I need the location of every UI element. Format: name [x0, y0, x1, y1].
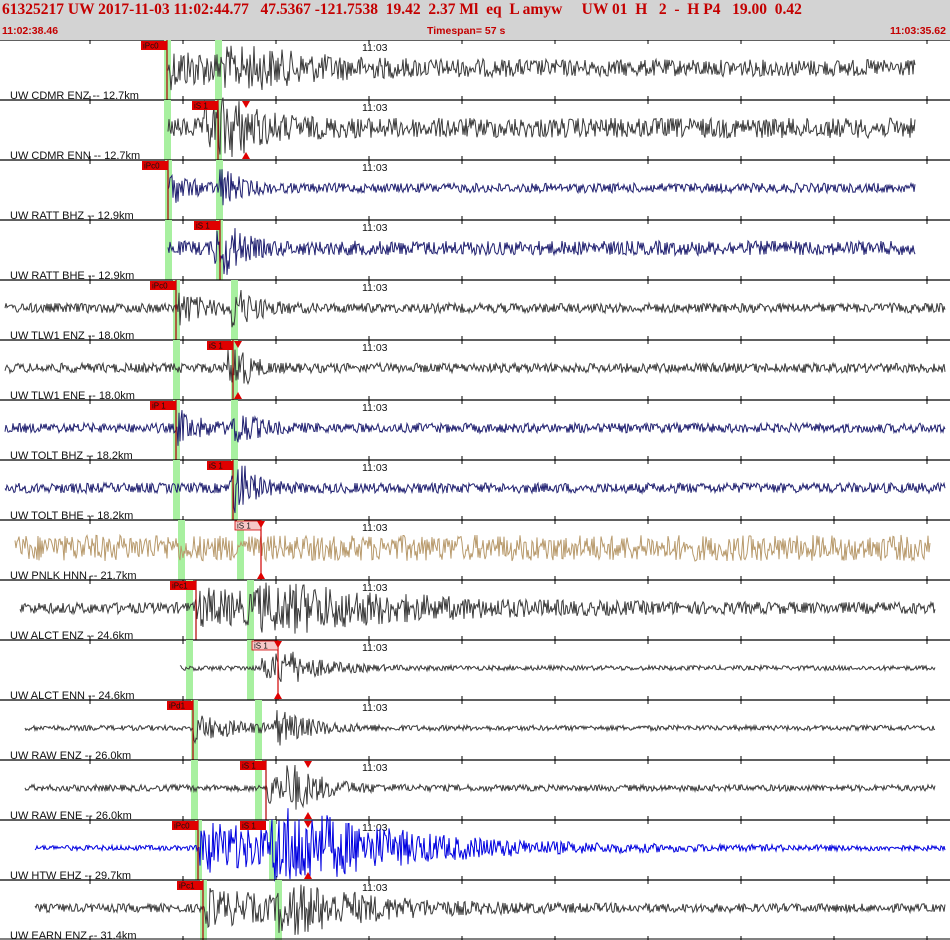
- phase-pick-label: iS 1: [194, 102, 208, 111]
- waveform-trace[interactable]: [4, 465, 946, 514]
- time-tick-label: 11:03: [362, 642, 388, 654]
- waveform-trace[interactable]: [4, 410, 946, 446]
- phase-pick-label: iS 1: [237, 522, 251, 531]
- time-tick-label: 11:03: [362, 762, 388, 774]
- pick-window-highlight: [173, 340, 180, 400]
- waveform-trace[interactable]: [179, 651, 936, 683]
- timespan-label: Timespan= 57 s: [427, 25, 506, 37]
- event-header: 61325217 UW 2017-11-03 11:02:44.77 47.53…: [0, 0, 950, 40]
- time-tick-label: 11:03: [362, 522, 388, 534]
- waveform-trace[interactable]: [19, 582, 936, 634]
- time-tick-label: 11:03: [362, 402, 388, 414]
- waveform-trace[interactable]: [4, 289, 946, 328]
- pick-window-highlight: [231, 280, 238, 340]
- waveform-trace[interactable]: [34, 808, 946, 882]
- phase-pick-label: iS 1: [254, 642, 268, 651]
- time-tick-label: 11:03: [362, 282, 388, 294]
- arrival-marker-down: [242, 101, 250, 108]
- phase-pick-label: iPc1: [179, 882, 195, 891]
- phase-pick-label: iPc0: [144, 162, 160, 171]
- phase-pick-label: iPc0: [174, 822, 190, 831]
- pick-window-highlight: [173, 460, 180, 520]
- time-tick-label: 11:03: [362, 342, 388, 354]
- time-tick-label: 11:03: [362, 462, 388, 474]
- waveform-trace[interactable]: [24, 764, 936, 810]
- arrival-marker-up: [257, 572, 265, 579]
- waveform-trace[interactable]: [14, 533, 931, 563]
- phase-pick-label: iPc1: [172, 582, 188, 591]
- time-tick-label: 11:03: [362, 162, 388, 174]
- phase-pick-label: iS 1: [196, 222, 210, 231]
- waveform-trace[interactable]: [167, 97, 916, 158]
- window-end-time: 11:03:35.62: [889, 25, 946, 37]
- event-summary-line: 61325217 UW 2017-11-03 11:02:44.77 47.53…: [2, 1, 802, 18]
- phase-pick-label: iPc0: [143, 42, 159, 51]
- arrival-marker-down: [304, 761, 312, 768]
- phase-pick-label: iPc0: [152, 282, 168, 291]
- pick-window-highlight: [216, 160, 223, 220]
- waveform-trace[interactable]: [167, 45, 916, 91]
- time-tick-label: 11:03: [362, 582, 388, 594]
- waveform-trace[interactable]: [34, 884, 946, 935]
- waveform-trace[interactable]: [167, 169, 916, 206]
- phase-pick-label: iS 1: [209, 342, 223, 351]
- seismogram-panel[interactable]: 11:03iPc0UW CDMR ENZ -- 12.7km11:03iS 1U…: [0, 40, 950, 940]
- phase-pick-label: iS 1: [242, 822, 256, 831]
- time-tick-label: 11:03: [362, 702, 388, 714]
- waveform-trace[interactable]: [24, 710, 936, 746]
- waveform-trace[interactable]: [4, 349, 946, 386]
- time-tick-label: 11:03: [362, 222, 388, 234]
- arrival-marker-up: [274, 692, 282, 699]
- phase-pick-label: iS 1: [209, 462, 223, 471]
- window-start-time: 11:02:38.46: [2, 25, 59, 37]
- arrival-marker-down: [304, 821, 312, 828]
- time-tick-label: 11:03: [362, 42, 388, 54]
- phase-pick-label: iPd1: [169, 702, 186, 711]
- arrival-marker-up: [304, 812, 312, 819]
- time-tick-label: 11:03: [362, 102, 388, 114]
- phase-pick-label: iS 1: [242, 762, 256, 771]
- waveform-trace[interactable]: [167, 228, 916, 275]
- pick-window-highlight: [186, 640, 193, 700]
- time-tick-label: 11:03: [362, 882, 388, 894]
- phase-pick-label: iP 1: [152, 402, 166, 411]
- arrival-marker-up: [242, 152, 250, 159]
